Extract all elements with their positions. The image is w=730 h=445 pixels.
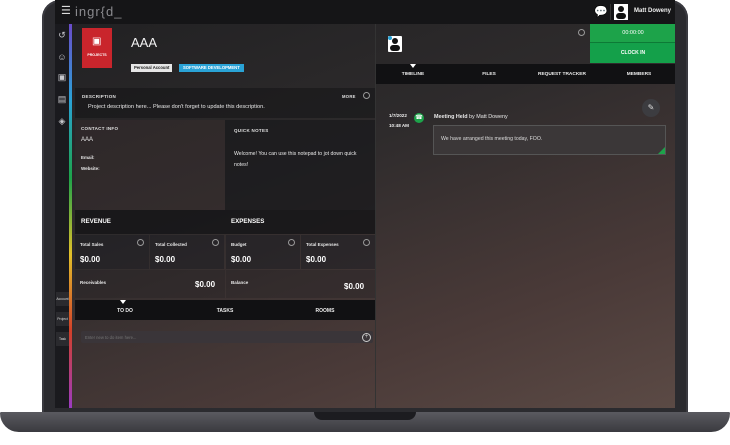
contact-panel: CONTACT INFO AAA Email: Website:: [75, 120, 225, 210]
option-circle-icon[interactable]: [212, 239, 219, 246]
left-rail: ↺ ☺ ▣ ▤ ◈ Account Project Task: [55, 24, 69, 408]
description-label: DESCRIPTION: [82, 94, 117, 99]
option-circle-icon[interactable]: [363, 239, 370, 246]
timeline-time: 10:48 AM: [389, 123, 409, 128]
timeline-card: We have arranged this meeting today, FOO…: [433, 125, 666, 155]
top-bar: ☰ ingr{d_ 💬 Matt Doweny: [55, 0, 675, 24]
todo-input-bar: +: [81, 331, 373, 343]
receivables-tile: Receivables $0.00: [75, 270, 225, 298]
total-sales-value: $0.00: [80, 255, 101, 264]
app-screen: ☰ ingr{d_ 💬 Matt Doweny ↺ ☺ ▣ ▤ ◈ Accoun…: [55, 0, 675, 408]
clock-widget: 00:00:00 CLOCK IN: [590, 24, 675, 63]
clock-in-button[interactable]: CLOCK IN: [590, 42, 675, 63]
right-tabs: TIMELINE FILES REQUEST TRACKER MEMBERS: [376, 64, 675, 84]
category-tag[interactable]: SOFTWARE DEVELOPMENT: [179, 64, 244, 72]
expenses-label: EXPENSES: [231, 218, 265, 225]
total-expenses-tile: Total Expenses $0.00: [301, 235, 375, 269]
budget-label: Budget: [231, 242, 247, 247]
phone-icon: ☎: [414, 113, 424, 123]
briefcase-icon: ▣: [92, 36, 102, 47]
contact-label: CONTACT INFO: [81, 126, 119, 131]
todo-input[interactable]: [85, 332, 355, 342]
tab-files[interactable]: FILES: [462, 64, 516, 84]
balance-value: $0.00: [344, 282, 365, 291]
members-avatar-icon[interactable]: [388, 36, 402, 52]
event-author: by Matt Doweny: [469, 114, 508, 120]
receivables-label: Receivables: [80, 280, 107, 285]
project-header: ▣ PROJECTS AAA Personal Account SOFTWARE…: [75, 24, 375, 86]
contacts-icon[interactable]: ☺: [57, 52, 67, 62]
option-circle-icon[interactable]: [288, 239, 295, 246]
total-expenses-label: Total Expenses: [306, 242, 339, 247]
laptop-base: [0, 412, 730, 445]
sidebar-button-project[interactable]: Project: [56, 312, 69, 326]
option-circle-icon[interactable]: [578, 29, 585, 36]
quick-notes-label: QUICK NOTES: [234, 128, 269, 133]
expenses-header: EXPENSES: [225, 210, 375, 234]
box-icon[interactable]: ◈: [57, 116, 67, 126]
event-title: Meeting Held: [434, 114, 468, 120]
bottom-tabs: TO DO TASKS ROOMS: [75, 300, 375, 320]
contact-name: AAA: [81, 137, 94, 143]
total-collected-value: $0.00: [155, 255, 176, 264]
email-label: Email:: [81, 155, 95, 160]
timeline-date: 1/7/2022: [389, 113, 407, 118]
balance-tile: Balance $0.00: [226, 270, 375, 298]
total-collected-label: Total Collected: [155, 242, 187, 247]
card-corner: [658, 147, 665, 154]
budget-tile: Budget $0.00: [226, 235, 300, 269]
total-sales-label: Total Sales: [80, 242, 104, 247]
sidebar-button-account[interactable]: Account: [56, 292, 69, 306]
option-circle-icon[interactable]: [137, 239, 144, 246]
total-collected-tile: Total Collected $0.00: [150, 235, 224, 269]
tab-timeline[interactable]: TIMELINE: [386, 64, 440, 84]
balance-label: Balance: [231, 280, 249, 285]
briefcase-icon[interactable]: ▣: [57, 72, 67, 82]
total-expenses-value: $0.00: [306, 255, 327, 264]
projects-badge: ▣ PROJECTS: [82, 28, 112, 68]
clock-time: 00:00:00: [590, 24, 675, 42]
divider: [610, 4, 611, 20]
color-stripe: [69, 24, 72, 408]
sidebar-button-task[interactable]: Task: [56, 332, 69, 346]
event-heading: Meeting Held by Matt Doweny: [434, 114, 508, 120]
more-link[interactable]: MORE: [342, 94, 356, 99]
account-tag[interactable]: Personal Account: [131, 64, 173, 72]
revenue-header: REVENUE: [75, 210, 225, 234]
description-text: Project description here... Please don't…: [88, 104, 265, 110]
tab-request-tracker[interactable]: REQUEST TRACKER: [532, 64, 592, 84]
edit-icon[interactable]: ✎: [642, 99, 660, 117]
quick-notes-panel: QUICK NOTES Welcome! You can use this no…: [225, 120, 375, 210]
tab-members[interactable]: MEMBERS: [612, 64, 666, 84]
user-name[interactable]: Matt Doweny: [634, 8, 671, 14]
description-panel: DESCRIPTION MORE Project description her…: [75, 88, 375, 118]
clipboard-icon[interactable]: ▤: [57, 94, 67, 104]
option-circle-icon[interactable]: [363, 92, 370, 99]
receivables-value: $0.00: [195, 280, 216, 289]
revenue-label: REVENUE: [81, 218, 111, 225]
total-sales-tile: Total Sales $0.00: [75, 235, 149, 269]
chat-icon[interactable]: 💬: [594, 5, 608, 18]
right-panel: 00:00:00 CLOCK IN TIMELINE FILES REQUEST…: [375, 24, 675, 408]
page-title: AAA: [131, 35, 158, 50]
app-logo: ingr{d_: [75, 4, 123, 19]
badge-label: PROJECTS: [87, 53, 107, 57]
budget-value: $0.00: [231, 255, 252, 264]
tab-tasks[interactable]: TASKS: [175, 300, 275, 320]
user-avatar-icon[interactable]: [614, 4, 628, 20]
event-text: We have arranged this meeting today, FOO…: [441, 136, 543, 142]
tab-rooms[interactable]: ROOMS: [275, 300, 375, 320]
menu-icon[interactable]: ☰: [61, 6, 71, 17]
website-label: Website:: [81, 166, 100, 171]
history-icon[interactable]: ↺: [57, 30, 67, 40]
add-icon[interactable]: +: [362, 333, 371, 342]
quick-notes-text[interactable]: Welcome! You can use this notepad to jot…: [234, 149, 364, 171]
tab-todo[interactable]: TO DO: [75, 300, 175, 320]
